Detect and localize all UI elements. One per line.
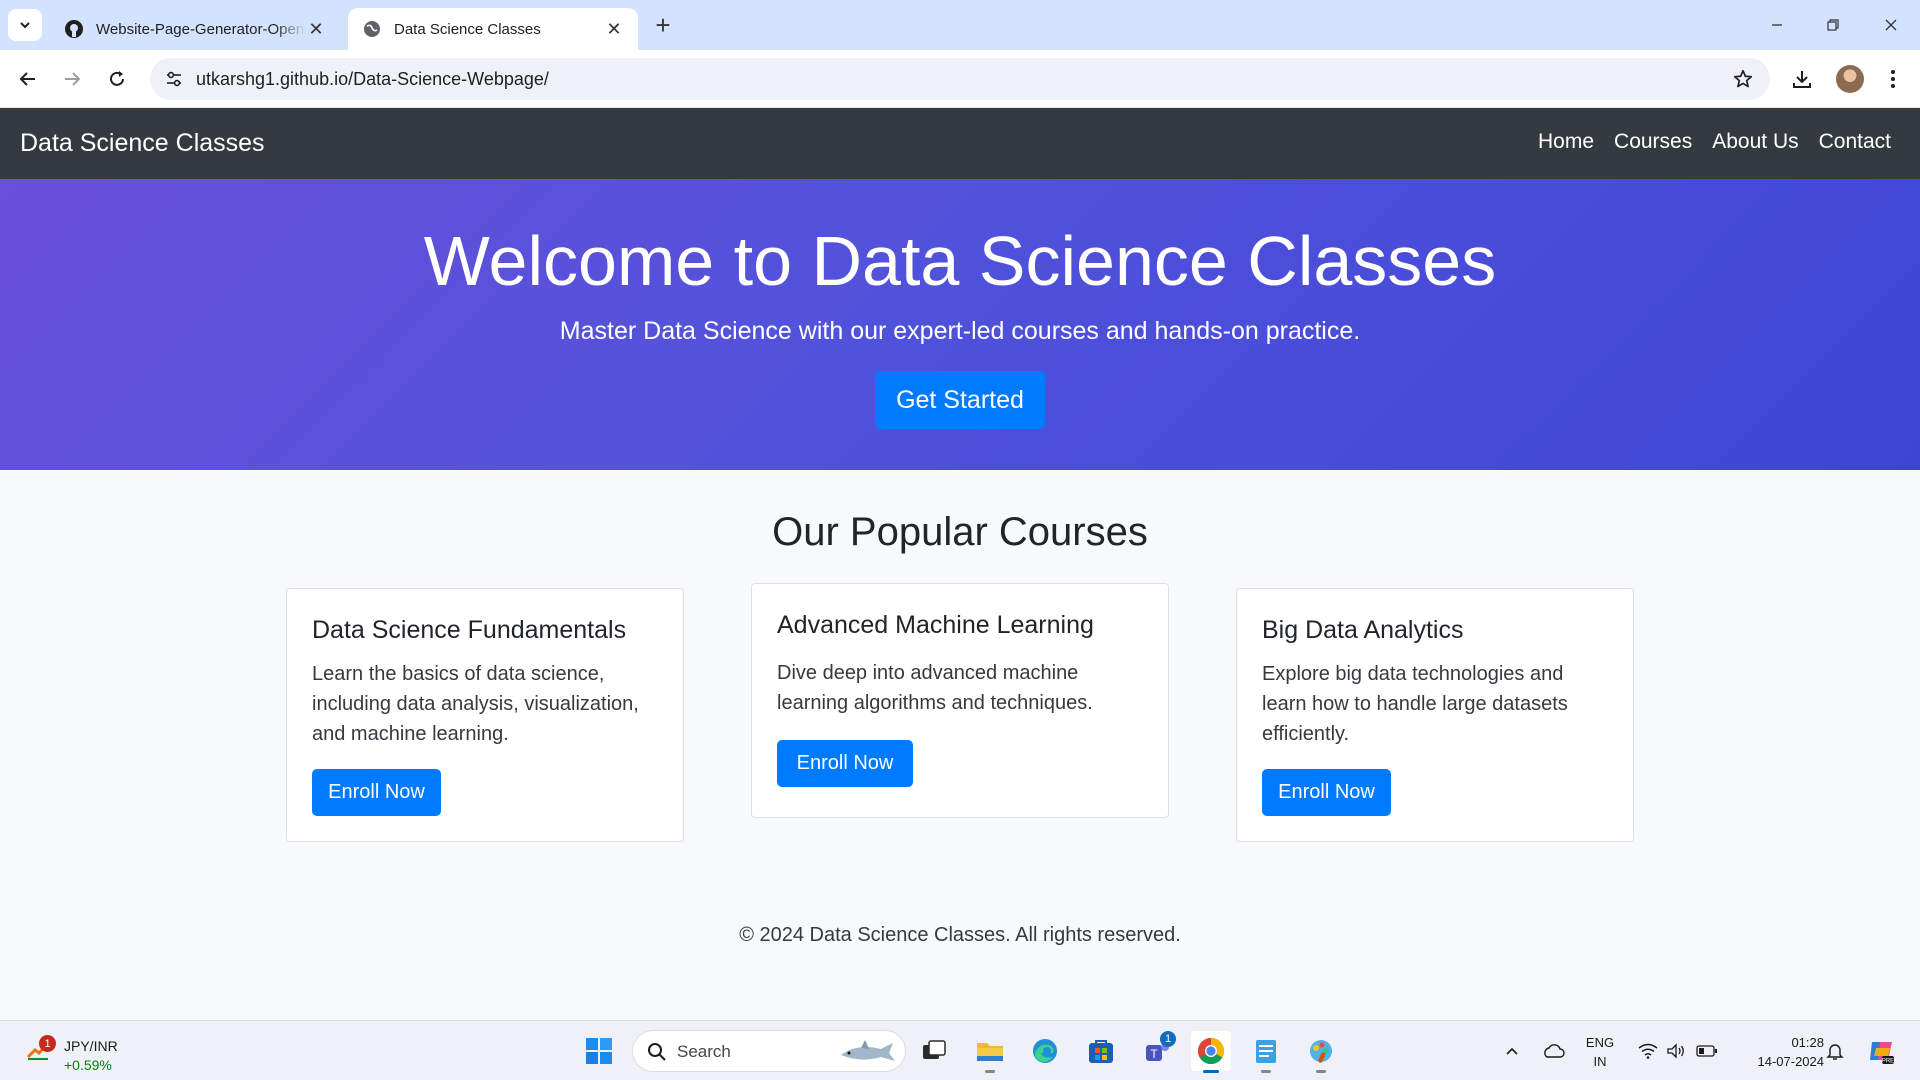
windows-logo-icon bbox=[586, 1038, 612, 1064]
new-tab-button[interactable]: + bbox=[650, 12, 676, 38]
language-code: ENG bbox=[1585, 1035, 1615, 1050]
search-highlight-shark-icon bbox=[841, 1040, 895, 1061]
site-navbar: Data Science Classes Home Courses About … bbox=[0, 108, 1920, 179]
get-started-button[interactable]: Get Started bbox=[875, 371, 1045, 429]
svg-text:T: T bbox=[1150, 1047, 1158, 1061]
course-card: Advanced Machine Learning Dive deep into… bbox=[751, 583, 1169, 818]
clock-date: 14-07-2024 bbox=[1757, 1054, 1825, 1069]
tab-title: Data Science Classes bbox=[394, 20, 541, 38]
nav-links: Home Courses About Us Contact bbox=[1518, 130, 1891, 154]
notification-bell-icon[interactable] bbox=[1822, 1021, 1848, 1080]
menu-kebab-icon[interactable] bbox=[1878, 64, 1908, 94]
course-description: Explore big data technologies and learn … bbox=[1262, 663, 1568, 745]
github-icon bbox=[64, 19, 84, 39]
enroll-now-button[interactable]: Enroll Now bbox=[777, 740, 913, 787]
nav-home[interactable]: Home bbox=[1538, 130, 1594, 154]
bookmark-star-icon[interactable] bbox=[1732, 68, 1754, 95]
windows-taskbar: 1 JPY/INR +0.59% Search T 1 ENG IN 01:28… bbox=[0, 1020, 1920, 1080]
url-text: utkarshg1.github.io/Data-Science-Webpage… bbox=[196, 68, 549, 89]
notepad-icon[interactable] bbox=[1246, 1031, 1286, 1073]
hero-section: Welcome to Data Science Classes Master D… bbox=[0, 179, 1920, 470]
course-description: Learn the basics of data science, includ… bbox=[312, 663, 639, 745]
teams-badge: 1 bbox=[1160, 1031, 1176, 1047]
svg-text:PRE: PRE bbox=[1882, 1059, 1894, 1065]
file-explorer-icon[interactable] bbox=[970, 1031, 1010, 1073]
nav-about-us[interactable]: About Us bbox=[1712, 130, 1798, 154]
restore-icon[interactable] bbox=[1816, 10, 1850, 40]
teams-icon[interactable]: T 1 bbox=[1137, 1031, 1177, 1071]
volume-icon[interactable] bbox=[1664, 1021, 1688, 1080]
site-brand[interactable]: Data Science Classes bbox=[20, 129, 265, 158]
running-indicator bbox=[1261, 1070, 1271, 1073]
enroll-now-button[interactable]: Enroll Now bbox=[312, 769, 441, 816]
running-indicator bbox=[985, 1070, 995, 1073]
close-tab-icon[interactable]: ✕ bbox=[306, 19, 326, 39]
forward-icon[interactable] bbox=[57, 64, 87, 94]
course-title: Big Data Analytics bbox=[1262, 616, 1464, 644]
widget-name: JPY/INR bbox=[64, 1038, 118, 1054]
globe-icon bbox=[362, 19, 382, 39]
address-bar[interactable]: utkarshg1.github.io/Data-Science-Webpage… bbox=[150, 58, 1770, 100]
running-indicator bbox=[1316, 1070, 1326, 1073]
profile-avatar[interactable] bbox=[1836, 65, 1864, 93]
system-clock[interactable]: 01:28 14-07-2024 bbox=[1730, 1033, 1825, 1071]
tab-title: Website-Page-Generator-OpenAI bbox=[96, 20, 306, 38]
notification-badge: 1 bbox=[39, 1035, 56, 1052]
input-language-indicator[interactable]: ENG IN bbox=[1572, 1033, 1628, 1071]
course-description: Dive deep into advanced machine learning… bbox=[777, 662, 1093, 714]
minimize-icon[interactable] bbox=[1760, 10, 1794, 40]
taskbar-search[interactable]: Search bbox=[632, 1030, 906, 1072]
paint-app-icon[interactable] bbox=[1301, 1031, 1341, 1073]
clock-time: 01:28 bbox=[1791, 1035, 1824, 1050]
reload-icon[interactable] bbox=[102, 64, 132, 94]
running-indicator bbox=[1203, 1070, 1219, 1073]
close-tab-icon[interactable]: ✕ bbox=[604, 19, 624, 39]
browser-tab-active[interactable]: Data Science Classes ✕ bbox=[348, 8, 638, 50]
site-settings-icon[interactable] bbox=[154, 58, 194, 100]
nav-courses[interactable]: Courses bbox=[1614, 130, 1692, 154]
task-view-icon[interactable] bbox=[914, 1031, 954, 1071]
course-title: Advanced Machine Learning bbox=[777, 611, 1094, 639]
hero-title: Welcome to Data Science Classes bbox=[423, 222, 1497, 300]
enroll-now-button[interactable]: Enroll Now bbox=[1262, 769, 1391, 816]
browser-toolbar: utkarshg1.github.io/Data-Science-Webpage… bbox=[0, 50, 1920, 108]
chrome-icon[interactable] bbox=[1191, 1031, 1231, 1073]
battery-icon[interactable] bbox=[1694, 1021, 1720, 1080]
page-footer: © 2024 Data Science Classes. All rights … bbox=[739, 924, 1181, 946]
hero-subtitle: Master Data Science with our expert-led … bbox=[559, 317, 1361, 345]
tab-search-button[interactable] bbox=[8, 9, 42, 41]
search-icon bbox=[648, 1043, 666, 1061]
course-card: Data Science Fundamentals Learn the basi… bbox=[286, 588, 684, 842]
onedrive-cloud-icon[interactable] bbox=[1538, 1021, 1568, 1080]
widget-change: +0.59% bbox=[64, 1057, 112, 1073]
browser-tab-strip: Website-Page-Generator-OpenAI ✕ Data Sci… bbox=[0, 0, 1920, 50]
microsoft-store-icon[interactable] bbox=[1081, 1031, 1121, 1071]
section-title: Our Popular Courses bbox=[772, 510, 1148, 554]
nav-contact[interactable]: Contact bbox=[1819, 130, 1891, 154]
browser-tab[interactable]: Website-Page-Generator-OpenAI ✕ bbox=[50, 8, 340, 50]
region-code: IN bbox=[1593, 1054, 1607, 1069]
start-button[interactable] bbox=[579, 1031, 619, 1071]
currency-widget[interactable]: 1 JPY/INR +0.59% bbox=[22, 1029, 132, 1073]
chevron-down-icon bbox=[20, 22, 30, 29]
back-icon[interactable] bbox=[13, 64, 43, 94]
copilot-icon[interactable]: PRE bbox=[1862, 1021, 1900, 1080]
search-label: Search bbox=[677, 1042, 731, 1061]
close-window-icon[interactable] bbox=[1874, 10, 1908, 40]
edge-browser-icon[interactable] bbox=[1025, 1031, 1065, 1071]
course-title: Data Science Fundamentals bbox=[312, 616, 627, 644]
show-hidden-icons-chevron-up-icon[interactable] bbox=[1500, 1021, 1524, 1080]
wifi-icon[interactable] bbox=[1636, 1021, 1660, 1080]
course-card: Big Data Analytics Explore big data tech… bbox=[1236, 588, 1634, 842]
download-icon[interactable] bbox=[1787, 64, 1817, 94]
